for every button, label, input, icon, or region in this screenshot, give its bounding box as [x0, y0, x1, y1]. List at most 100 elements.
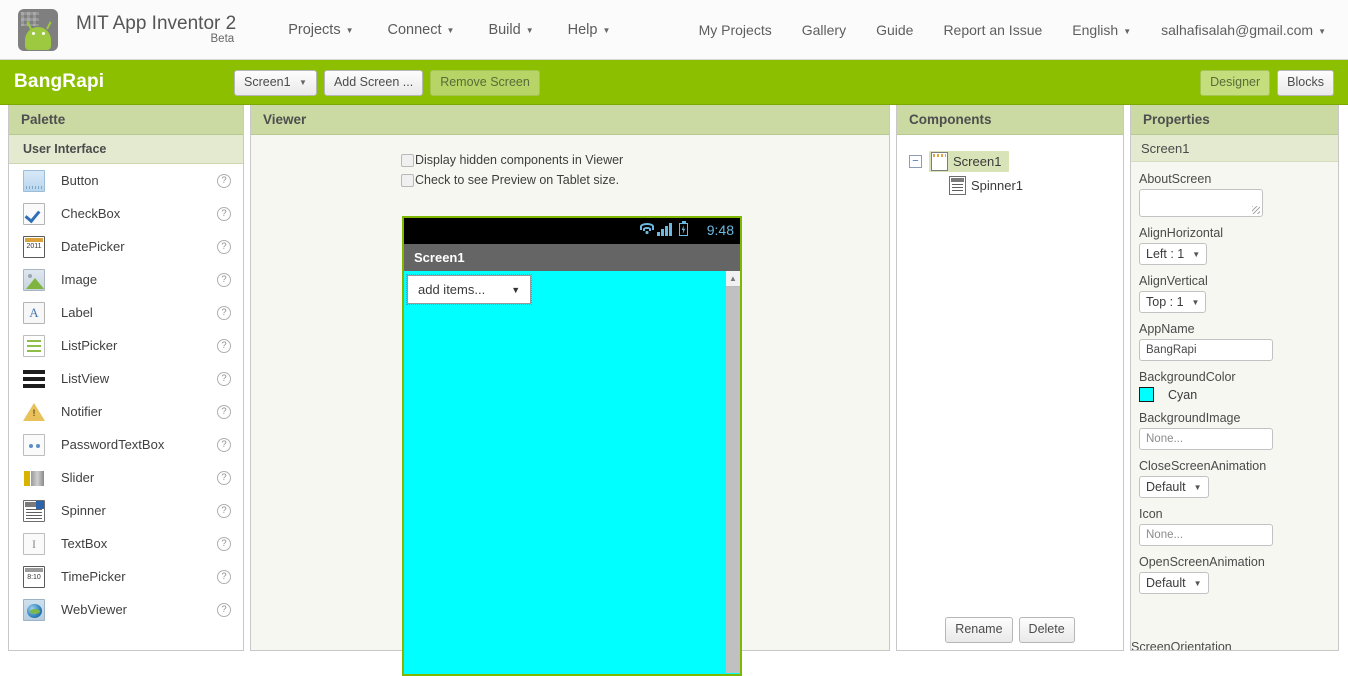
- scroll-up-icon[interactable]: ▲: [726, 271, 740, 287]
- chevron-down-icon: ▼: [1193, 578, 1202, 588]
- menu-build[interactable]: Build ▼: [488, 22, 533, 38]
- help-icon[interactable]: ?: [217, 602, 231, 617]
- brand-name: MIT App Inventor 2: [76, 12, 237, 34]
- tree-row[interactable]: Spinner1: [909, 173, 1123, 197]
- link-gallery[interactable]: Gallery: [802, 22, 846, 38]
- menu-connect[interactable]: Connect ▼: [388, 22, 455, 38]
- phone-screen-canvas[interactable]: add items... ▼ ▲: [404, 271, 740, 673]
- link-guide[interactable]: Guide: [876, 22, 913, 38]
- help-icon[interactable]: ?: [217, 173, 231, 188]
- delete-button[interactable]: Delete: [1018, 617, 1075, 643]
- help-icon[interactable]: ?: [217, 371, 231, 386]
- color-swatch[interactable]: [1139, 387, 1154, 402]
- property-label-appname: AppName: [1139, 322, 1195, 336]
- palette-item-listpicker[interactable]: ListPicker ?: [9, 329, 243, 362]
- alignhorizontal-value: Left : 1: [1146, 247, 1185, 261]
- link-report-an-issue[interactable]: Report an Issue: [943, 22, 1042, 38]
- closescreenanimation-value: Default: [1146, 480, 1186, 494]
- phone-vertical-scrollbar[interactable]: ▲: [726, 271, 740, 673]
- property-label-alignhorizontal: AlignHorizontal: [1139, 226, 1224, 240]
- menu-connect-label: Connect: [387, 21, 442, 38]
- palette-item-label: Notifier: [61, 404, 103, 419]
- palette-item-checkbox[interactable]: CheckBox ?: [9, 197, 243, 230]
- alignhorizontal-select[interactable]: Left : 1 ▼: [1139, 243, 1208, 265]
- viewer-panel: Viewer Display hidden components in View…: [250, 105, 890, 676]
- collapse-icon[interactable]: −: [909, 154, 922, 168]
- help-icon[interactable]: ?: [217, 404, 231, 419]
- closescreenanimation-select[interactable]: Default ▼: [1139, 476, 1209, 498]
- signal-bars-icon: [657, 223, 672, 236]
- phone-preview: 9:48 Screen1 add items... ▼ ▲: [402, 216, 742, 676]
- screen-dropdown-label: Screen1: [244, 75, 291, 89]
- add-screen-button[interactable]: Add Screen ...: [323, 70, 424, 96]
- help-icon[interactable]: ?: [217, 437, 231, 452]
- palette-item-slider[interactable]: Slider ?: [9, 461, 243, 494]
- help-icon[interactable]: ?: [217, 503, 231, 518]
- menu-projects[interactable]: Projects ▼: [288, 22, 353, 38]
- help-icon[interactable]: ?: [217, 536, 231, 551]
- palette-item-timepicker[interactable]: TimePicker ?: [9, 560, 243, 593]
- palette-item-webviewer[interactable]: WebViewer ?: [9, 593, 243, 626]
- help-icon[interactable]: ?: [217, 569, 231, 584]
- icon-input[interactable]: None...: [1139, 524, 1273, 546]
- property-label-aboutscreen: AboutScreen: [1139, 172, 1212, 186]
- menu-help[interactable]: Help ▼: [568, 22, 611, 38]
- palette-item-datepicker[interactable]: DatePicker ?: [9, 230, 243, 263]
- rename-button[interactable]: Rename: [945, 617, 1013, 643]
- appname-input[interactable]: BangRapi: [1139, 339, 1273, 361]
- palette-item-spinner[interactable]: Spinner ?: [9, 494, 243, 527]
- palette-item-label: Image: [61, 272, 98, 287]
- user-account-selector[interactable]: salhafisalah@gmail.com ▼: [1161, 22, 1326, 38]
- tablet-preview-label: Check to see Preview on Tablet size.: [415, 173, 620, 187]
- alignvertical-select[interactable]: Top : 1 ▼: [1139, 291, 1207, 313]
- help-icon[interactable]: ?: [217, 470, 231, 485]
- remove-screen-button[interactable]: Remove Screen: [430, 70, 540, 96]
- palette-item-label: Slider: [61, 470, 95, 485]
- tree-node-screen1[interactable]: Screen1: [929, 150, 1010, 172]
- display-hidden-components-checkbox[interactable]: [401, 153, 414, 167]
- palette-item-passwordtextbox[interactable]: PasswordTextBox ?: [9, 428, 243, 461]
- spinner-widget[interactable]: add items... ▼: [405, 274, 533, 305]
- brand-beta-tag: Beta: [210, 33, 235, 46]
- webviewer-icon: [23, 598, 45, 621]
- screen-dropdown[interactable]: Screen1 ▼: [234, 70, 317, 96]
- link-my-projects[interactable]: My Projects: [699, 22, 772, 38]
- blocks-button[interactable]: Blocks: [1277, 70, 1334, 96]
- components-header: Components: [897, 105, 1123, 135]
- aboutscreen-textarea[interactable]: [1139, 189, 1263, 217]
- help-icon[interactable]: ?: [217, 305, 231, 320]
- help-icon[interactable]: ?: [217, 239, 231, 254]
- palette-item-notifier[interactable]: Notifier ?: [9, 395, 243, 428]
- palette-item-label: Spinner: [61, 503, 106, 518]
- backgroundcolor-picker[interactable]: Cyan: [1139, 387, 1338, 402]
- language-selector[interactable]: English ▼: [1072, 22, 1131, 38]
- help-icon[interactable]: ?: [217, 206, 231, 221]
- brand-block: MIT App Inventor 2 Beta: [76, 12, 237, 46]
- top-navigation-bar: MIT App Inventor 2 Beta Projects ▼ Connec…: [0, 0, 1348, 60]
- tree-row[interactable]: − Screen1: [909, 149, 1123, 173]
- chevron-down-icon: ▼: [1318, 27, 1326, 36]
- palette-item-label: DatePicker: [61, 239, 125, 254]
- phone-status-bar: 9:48: [404, 218, 740, 244]
- palette-item-image[interactable]: Image ?: [9, 263, 243, 296]
- palette-item-label[interactable]: Label ?: [9, 296, 243, 329]
- passwordtextbox-icon: [23, 433, 45, 456]
- view-mode-toggle: Designer Blocks: [1200, 70, 1334, 96]
- palette-category-user-interface[interactable]: User Interface: [9, 135, 243, 164]
- tablet-preview-row: Check to see Preview on Tablet size.: [401, 167, 889, 187]
- palette-item-button[interactable]: Button ?: [9, 164, 243, 197]
- designer-button[interactable]: Designer: [1200, 70, 1271, 96]
- help-icon[interactable]: ?: [217, 272, 231, 287]
- textbox-icon: [23, 532, 45, 555]
- viewer-body: Display hidden components in Viewer Chec…: [251, 135, 889, 676]
- tablet-preview-checkbox[interactable]: [401, 173, 414, 187]
- palette-item-listview[interactable]: ListView ?: [9, 362, 243, 395]
- backgroundcolor-value: Cyan: [1168, 387, 1198, 402]
- palette-item-textbox[interactable]: TextBox ?: [9, 527, 243, 560]
- menu-projects-label: Projects: [288, 21, 341, 38]
- openscreenanimation-select[interactable]: Default ▼: [1139, 572, 1209, 594]
- palette-panel: Palette User Interface Button ? CheckBox…: [8, 105, 244, 651]
- backgroundimage-input[interactable]: None...: [1139, 428, 1273, 450]
- help-icon[interactable]: ?: [217, 338, 231, 353]
- property-label-screenorientation: ScreenOrientation: [1131, 640, 1232, 650]
